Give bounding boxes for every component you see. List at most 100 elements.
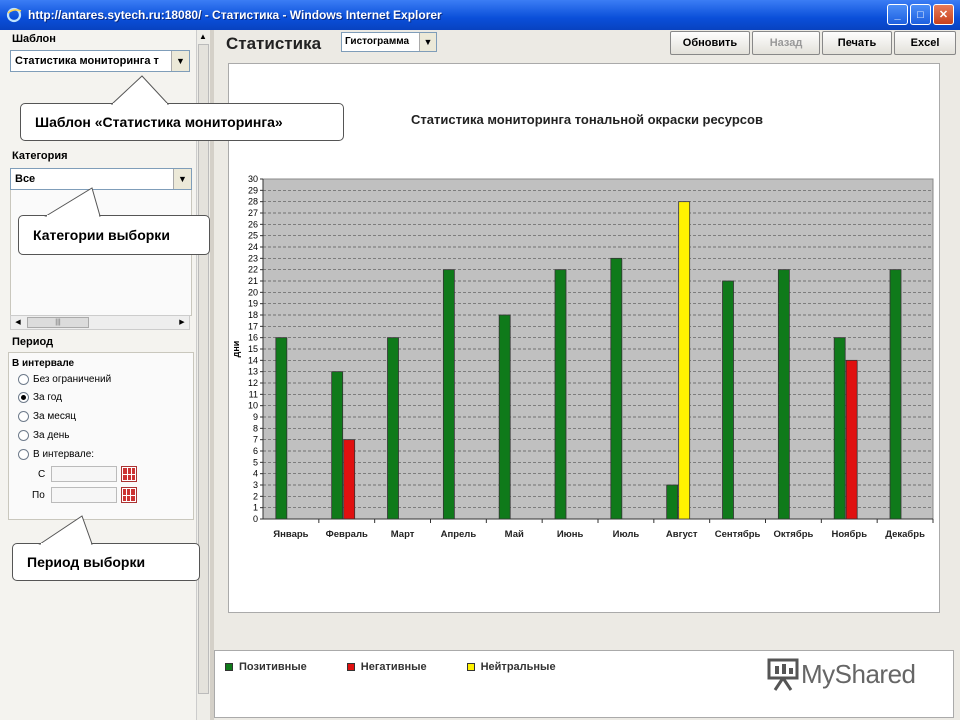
x-tick-label: Декабрь bbox=[885, 529, 925, 540]
scroll-right-icon[interactable]: ▶ bbox=[175, 316, 189, 329]
template-select[interactable]: Статистика мониторинга т ▼ bbox=[10, 50, 190, 72]
bar-positive bbox=[722, 280, 734, 520]
y-tick-label: 20 bbox=[248, 287, 258, 297]
bar-positive bbox=[833, 337, 846, 520]
close-button[interactable]: ✕ bbox=[933, 4, 954, 25]
y-tick-label: 7 bbox=[253, 435, 258, 445]
radio-icon[interactable] bbox=[18, 449, 29, 460]
calendar-icon[interactable] bbox=[120, 487, 137, 503]
y-tick-label: 24 bbox=[248, 242, 258, 252]
watermark-text: MyShared bbox=[801, 658, 916, 689]
y-tick-label: 29 bbox=[248, 185, 258, 195]
bar-neutral bbox=[678, 201, 691, 520]
chart-title: Статистика мониторинга тональной окраски… bbox=[411, 112, 763, 127]
y-tick-label: 16 bbox=[248, 333, 258, 343]
bar-positive bbox=[777, 269, 790, 520]
x-tick-label: Август bbox=[666, 529, 698, 540]
bar-positive bbox=[554, 269, 567, 520]
bar-positive bbox=[442, 269, 455, 520]
y-tick-label: 27 bbox=[248, 208, 258, 218]
x-tick-label: Май bbox=[505, 529, 524, 540]
x-tick-label: Сентябрь bbox=[715, 529, 761, 540]
minimize-button[interactable]: _ bbox=[887, 4, 908, 25]
y-tick-label: 3 bbox=[253, 480, 258, 490]
y-tick-label: 8 bbox=[253, 423, 258, 433]
chevron-down-icon[interactable]: ▼ bbox=[173, 169, 191, 189]
x-tick-label: Апрель bbox=[441, 529, 477, 540]
y-tick-label: 23 bbox=[248, 253, 258, 263]
window-title: http://antares.sytech.ru:18080/ - Статис… bbox=[28, 8, 442, 22]
radio-icon[interactable] bbox=[18, 430, 29, 441]
x-tick-label: Февраль bbox=[326, 529, 368, 540]
x-tick-label: Июль bbox=[613, 529, 640, 540]
y-tick-label: 30 bbox=[248, 174, 258, 184]
refresh-button[interactable]: Обновить bbox=[670, 31, 750, 55]
y-tick-label: 21 bbox=[248, 276, 258, 286]
period-section-label: Период bbox=[12, 336, 54, 348]
bar-positive bbox=[387, 337, 399, 520]
bar-positive bbox=[666, 484, 679, 520]
date-to-input[interactable] bbox=[50, 487, 117, 503]
legend-swatch-neutral bbox=[466, 663, 475, 671]
scroll-left-icon[interactable]: ◀ bbox=[11, 316, 25, 329]
y-tick-label: 10 bbox=[248, 401, 258, 411]
y-tick-label: 25 bbox=[248, 231, 258, 241]
chevron-down-icon[interactable]: ▼ bbox=[171, 51, 189, 71]
category-section-label: Категория bbox=[12, 150, 68, 162]
calendar-icon[interactable] bbox=[121, 466, 138, 482]
back-button[interactable]: Назад bbox=[752, 31, 820, 55]
y-tick-label: 15 bbox=[248, 344, 258, 354]
y-tick-label: 13 bbox=[248, 367, 258, 377]
presentation-icon bbox=[767, 658, 799, 691]
chevron-down-icon[interactable]: ▼ bbox=[419, 33, 436, 51]
x-tick-label: Июнь bbox=[557, 529, 584, 540]
window-title-bar: http://antares.sytech.ru:18080/ - Статис… bbox=[0, 0, 960, 30]
y-tick-label: 12 bbox=[248, 378, 258, 388]
interval-heading: В интервале bbox=[12, 358, 75, 369]
period-option-month[interactable]: За месяц bbox=[18, 411, 76, 422]
category-select[interactable]: Все ▼ bbox=[10, 168, 192, 190]
y-tick-label: 22 bbox=[248, 265, 258, 275]
bar-negative bbox=[343, 439, 356, 520]
radio-icon[interactable] bbox=[18, 374, 29, 385]
bar-positive bbox=[610, 257, 623, 520]
toolbar: Статистика Гистограмма ▼ Обновить Назад … bbox=[214, 30, 960, 58]
template-select-value: Статистика мониторинга т bbox=[15, 55, 159, 67]
template-callout: Шаблон «Статистика мониторинга» bbox=[20, 103, 344, 141]
y-tick-label: 17 bbox=[248, 321, 258, 331]
category-callout: Категории выборки bbox=[18, 215, 210, 255]
category-horizontal-scrollbar[interactable]: ◀ ||| ▶ bbox=[10, 315, 190, 330]
period-option-day[interactable]: За день bbox=[18, 430, 70, 441]
period-option-year[interactable]: За год bbox=[18, 392, 62, 403]
excel-button[interactable]: Excel bbox=[894, 31, 956, 55]
category-select-value: Все bbox=[15, 173, 36, 185]
scroll-up-icon[interactable]: ▲ bbox=[199, 32, 207, 41]
bar-chart: Статистика мониторинга тональной окраски… bbox=[231, 112, 934, 540]
legend-swatch-negative bbox=[346, 663, 355, 671]
date-from-row: С bbox=[38, 466, 138, 482]
print-button[interactable]: Печать bbox=[822, 31, 892, 55]
y-tick-label: 6 bbox=[253, 446, 258, 456]
y-tick-label: 19 bbox=[248, 299, 258, 309]
period-option-unlimited[interactable]: Без ограничений bbox=[18, 374, 111, 385]
scroll-thumb[interactable]: ||| bbox=[27, 317, 89, 328]
scroll-thumb[interactable] bbox=[198, 44, 209, 694]
maximize-button[interactable]: □ bbox=[910, 4, 931, 25]
radio-icon[interactable] bbox=[18, 411, 29, 422]
radio-checked-icon[interactable] bbox=[18, 392, 29, 403]
y-tick-label: 4 bbox=[253, 469, 258, 479]
chart-type-select[interactable]: Гистограмма ▼ bbox=[341, 32, 437, 52]
chart-frame: Статистика мониторинга тональной окраски… bbox=[228, 63, 940, 613]
legend-item-negative: Негативные bbox=[346, 661, 427, 673]
x-tick-label: Ноябрь bbox=[831, 529, 867, 540]
period-option-interval[interactable]: В интервале: bbox=[18, 449, 94, 460]
y-tick-label: 9 bbox=[253, 412, 258, 422]
date-to-row: По bbox=[32, 487, 137, 503]
y-tick-label: 26 bbox=[248, 219, 258, 229]
x-tick-label: Январь bbox=[273, 529, 308, 540]
watermark: MyShared bbox=[765, 656, 916, 692]
y-tick-label: 2 bbox=[253, 491, 258, 501]
legend-swatch-positive bbox=[225, 663, 233, 671]
template-section-label: Шаблон bbox=[12, 33, 56, 45]
date-from-input[interactable] bbox=[51, 466, 118, 482]
